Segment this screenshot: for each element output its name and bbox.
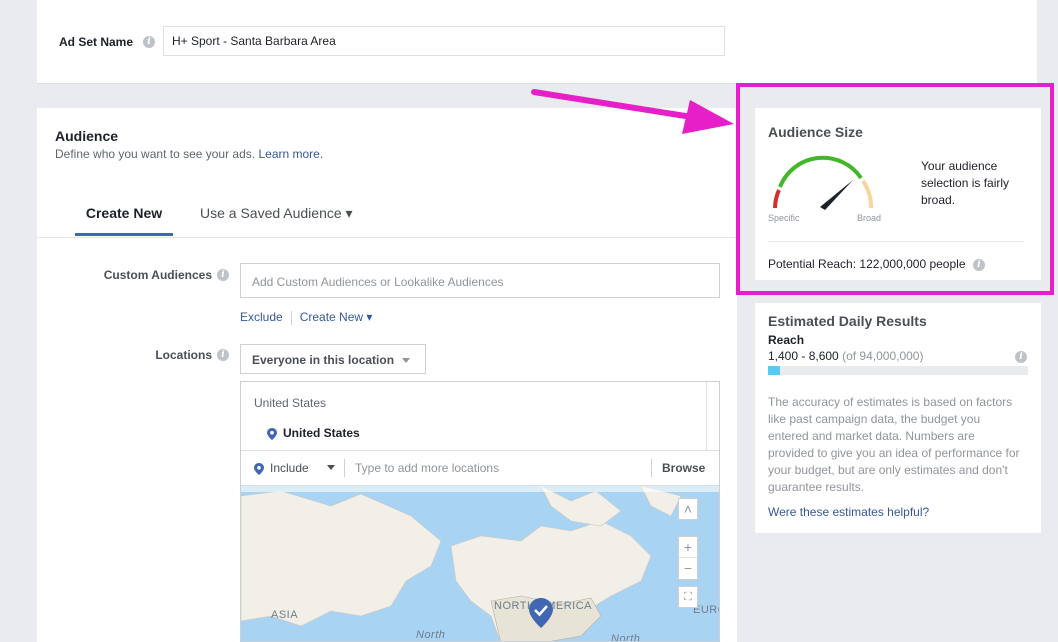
estimated-results-title: Estimated Daily Results [768, 313, 927, 329]
include-dropdown[interactable]: Include [254, 461, 309, 475]
location-input-bar: Include Type to add more locations Brows… [241, 450, 719, 486]
zoom-out-button[interactable]: − [679, 558, 697, 578]
tab-use-saved-audience[interactable]: Use a Saved Audience ▾ [200, 205, 353, 222]
reach-progress-fill [768, 366, 780, 375]
annotation-arrow-icon [531, 89, 734, 134]
estimates-helpful-link[interactable]: Were these estimates helpful? [768, 505, 929, 519]
location-search-input[interactable]: Type to add more locations [355, 461, 499, 475]
custom-audiences-label: Custom Audiences [103, 268, 212, 282]
audience-title: Audience [55, 128, 119, 144]
estimated-results-card: Estimated Daily Results Reach 1,400 - 8,… [755, 303, 1041, 533]
audience-subtitle: Define who you want to see your ads. Lea… [55, 147, 324, 161]
location-pin-icon [267, 427, 277, 440]
locations-label: Locations [155, 348, 212, 362]
chevron-down-icon [402, 358, 411, 364]
create-new-link[interactable]: Create New ▾ [300, 310, 373, 324]
custom-audience-actions: Exclude Create New ▾ [240, 310, 372, 325]
location-pin-icon [254, 462, 264, 475]
location-group-header: United States [254, 396, 327, 410]
map-land [241, 486, 719, 641]
map-label-asia: ASIA [271, 609, 299, 621]
estimates-description: The accuracy of estimates is based on fa… [768, 395, 1020, 494]
fit-map-button[interactable]: ⛶ [678, 586, 698, 608]
browse-button[interactable]: Browse [662, 461, 705, 475]
info-icon[interactable]: i [217, 269, 229, 281]
audience-card: Audience Define who you want to see your… [37, 108, 737, 642]
info-icon[interactable]: i [143, 36, 155, 48]
learn-more-link[interactable]: Learn more. [258, 147, 323, 161]
zoom-in-button[interactable]: + [679, 537, 697, 558]
selected-location: United States [267, 426, 360, 440]
ad-set-card: Ad Set Name i H+ Sport - Santa Barbara A… [37, 0, 1037, 84]
chevron-down-icon[interactable] [327, 465, 335, 470]
info-icon[interactable]: i [217, 349, 229, 361]
location-selector: United States United States Include Type… [240, 381, 720, 642]
location-type-dropdown[interactable]: Everyone in this location [240, 344, 426, 374]
map-marker-icon[interactable] [529, 598, 553, 628]
scrollbar[interactable] [706, 382, 707, 450]
info-icon[interactable]: i [1015, 351, 1027, 363]
reach-label: Reach [768, 333, 805, 347]
exclude-link[interactable]: Exclude [240, 310, 283, 324]
divider [290, 310, 292, 325]
tab-divider [37, 237, 737, 238]
ad-set-name-input[interactable]: H+ Sport - Santa Barbara Area [163, 26, 725, 56]
map-label-north-2: North [611, 633, 641, 642]
divider [651, 459, 652, 477]
custom-audiences-input[interactable]: Add Custom Audiences or Lookalike Audien… [240, 263, 720, 298]
reach-range: 1,400 - 8,600 (of 94,000,000) [768, 349, 924, 363]
highlight-box [736, 83, 1054, 295]
map-scroll-up-button[interactable]: ˄ [678, 498, 698, 520]
tab-create-new[interactable]: Create New [75, 200, 173, 236]
divider [344, 459, 345, 477]
map-zoom-controls: + − [678, 536, 698, 580]
location-map[interactable]: ASIA NORTH AMERICA North North EURO ˄ + … [241, 486, 719, 642]
ad-set-name-label: Ad Set Name [59, 35, 134, 49]
reach-progress-bar [768, 366, 1028, 375]
map-label-north: North [416, 629, 446, 641]
